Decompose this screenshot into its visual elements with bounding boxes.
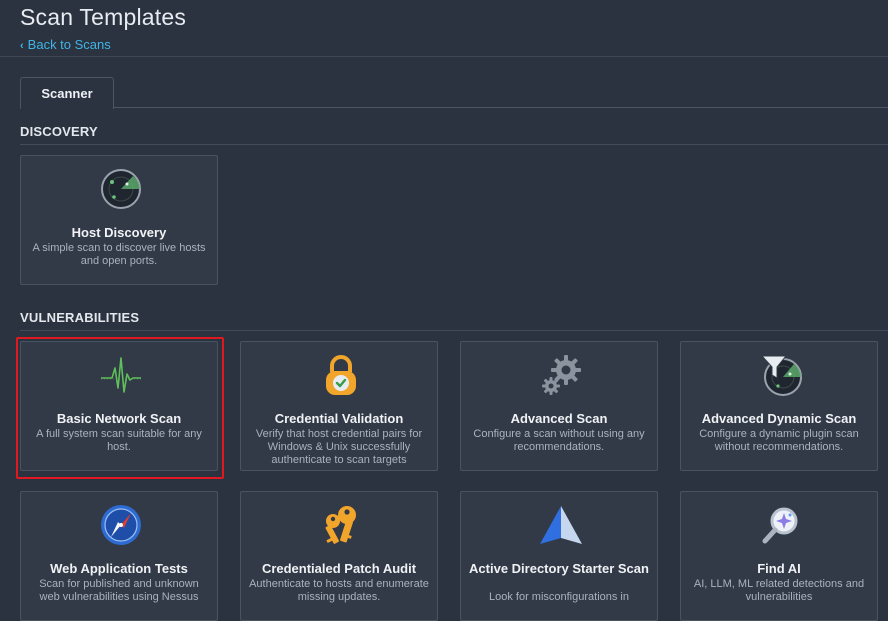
- card-description: A full system scan suitable for any host…: [36, 428, 202, 453]
- template-card-web-application-tests[interactable]: Web Application Tests Scan for published…: [20, 491, 218, 621]
- template-card-active-directory-starter-scan[interactable]: Active Directory Starter Scan Look for m…: [460, 491, 658, 621]
- tab-scanner[interactable]: Scanner: [20, 77, 114, 109]
- card-description: Authenticate to hosts and enumerate miss…: [249, 578, 429, 603]
- template-card-basic-network-scan[interactable]: Basic Network Scan A full system scan su…: [20, 341, 218, 471]
- card-title: Basic Network Scan: [56, 411, 182, 426]
- back-link-label: Back to Scans: [27, 37, 111, 52]
- card-description: AI, LLM, ML related detections and vulne…: [693, 578, 865, 603]
- card-title: Find AI: [757, 561, 801, 576]
- card-title: Active Directory Starter Scan: [469, 561, 649, 576]
- pulse-icon: [101, 357, 141, 393]
- card-description: Scan for published and unknown web vulne…: [39, 578, 199, 603]
- card-description: Verify that host credential pairs for Wi…: [255, 428, 423, 466]
- card-title: Web Application Tests: [50, 561, 188, 576]
- chevron-left-icon: ‹: [20, 40, 24, 52]
- back-to-scans-link[interactable]: ‹ Back to Scans: [20, 37, 111, 52]
- card-title: Advanced Scan: [510, 411, 608, 426]
- template-card-advanced-scan[interactable]: Advanced Scan Configure a scan without u…: [460, 341, 658, 471]
- section-divider: [20, 144, 888, 145]
- card-title: Credential Validation: [274, 411, 404, 426]
- pyramid-icon: [540, 506, 582, 544]
- template-card-find-ai[interactable]: Find AI AI, LLM, ML related detections a…: [680, 491, 878, 621]
- keys-icon: [325, 506, 356, 544]
- template-card-host-discovery[interactable]: Host Discovery A simple scan to discover…: [20, 155, 218, 285]
- gears-icon: [542, 355, 581, 395]
- template-card-credentialed-patch-audit[interactable]: Credentialed Patch Audit Authenticate to…: [240, 491, 438, 621]
- card-description: Look for misconfigurations in: [488, 591, 629, 603]
- radar-icon: [101, 169, 141, 209]
- template-card-credential-validation[interactable]: Credential Validation Verify that host c…: [240, 341, 438, 471]
- padlock-check-icon: [326, 355, 356, 395]
- tabs-underline: [20, 107, 888, 108]
- section-title-vulnerabilities: VULNERABILITIES: [20, 310, 140, 325]
- section-divider: [20, 330, 888, 331]
- page-title: Scan Templates: [20, 4, 187, 30]
- template-card-advanced-dynamic-scan[interactable]: Advanced Dynamic Scan Configure a dynami…: [680, 341, 878, 471]
- card-title: Host Discovery: [71, 225, 167, 240]
- radar-filter-icon: [760, 355, 802, 396]
- header-divider: [0, 56, 888, 57]
- compass-icon: [101, 505, 141, 545]
- card-description: Configure a dynamic plugin scan without …: [699, 428, 859, 453]
- card-description: Configure a scan without using any recom…: [473, 428, 645, 453]
- magnifier-ai-icon: [762, 507, 798, 544]
- card-title: Credentialed Patch Audit: [261, 561, 417, 576]
- card-description: A simple scan to discover live hosts and…: [32, 242, 206, 267]
- card-title: Advanced Dynamic Scan: [701, 411, 857, 426]
- section-title-discovery: DISCOVERY: [20, 124, 98, 139]
